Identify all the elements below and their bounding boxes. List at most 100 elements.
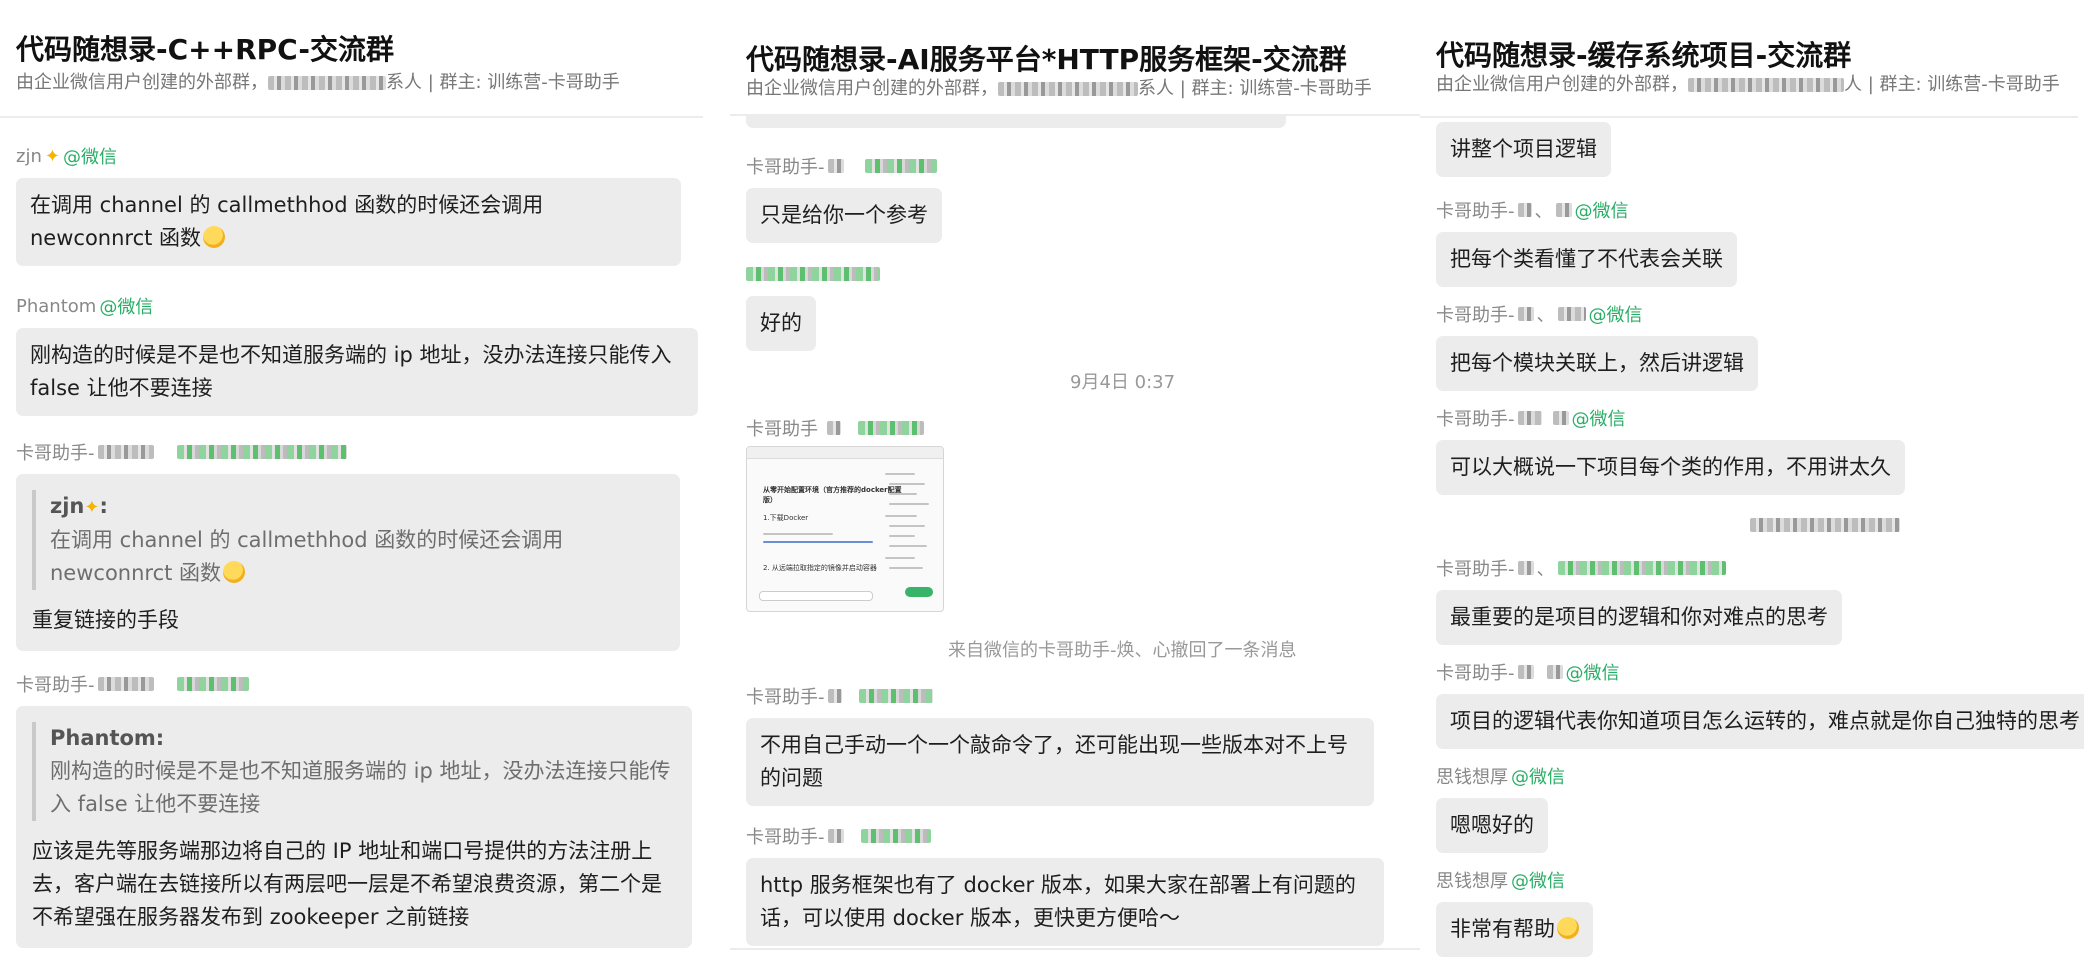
- message-bubble[interactable]: 讲整个项目逻辑: [1436, 122, 1611, 177]
- star-icon: ✦: [84, 497, 100, 518]
- message-text: 重复链接的手段: [32, 608, 179, 632]
- sender-name[interactable]: 卡哥助手-: [16, 672, 692, 696]
- message-text: 应该是先等服务端那边将自己的 IP 地址和端口号提供的方法注册上去，客户端在去链…: [32, 839, 662, 929]
- message-text: 讲整个项目逻辑: [1450, 137, 1597, 161]
- message: 卡哥助手-、 最重要的是项目的逻辑和你对难点的思考: [1436, 556, 1842, 645]
- message: 讲整个项目逻辑: [1436, 112, 1611, 177]
- redacted-sender: [864, 159, 937, 173]
- message-with-quote: 卡哥助手- Phantom: 刚构造的时候是不是也不知道服务端的 ip 地址，没…: [16, 672, 692, 948]
- sender-name[interactable]: 思钱想厚 @微信: [1436, 868, 1593, 892]
- message-bubble[interactable]: 项目的逻辑代表你知道项目怎么运转的，难点就是你自己独特的思考: [1436, 694, 2084, 749]
- chat-panel-cache-system: 代码随想录-缓存系统项目-交流群 由企业微信用户创建的外部群， 人 | 群主: 训…: [1420, 0, 2084, 958]
- message-bubble[interactable]: 不用自己手动一个一个敲命令了，还可能出现一些版本对不上号的问题: [746, 718, 1374, 806]
- quoted-message[interactable]: Phantom: 刚构造的时候是不是也不知道服务端的 ip 地址，没办法连接只能…: [32, 722, 676, 821]
- message: 卡哥助手- @微信 可以大概说一下项目每个类的作用，不用讲太久: [1436, 406, 1905, 495]
- message-bubble[interactable]: 只是给你一个参考: [746, 188, 942, 243]
- message: 卡哥助手-、 @微信 把每个类看懂了不代表会关联: [1436, 198, 1737, 287]
- message-bubble[interactable]: 把每个模块关联上，然后讲逻辑: [1436, 336, 1758, 391]
- message: Phantom @微信 刚构造的时候是不是也不知道服务端的 ip 地址，没办法连接…: [16, 294, 698, 416]
- message-text: 在调用 channel 的 callmethhod 函数的时候还会调用 newc…: [30, 193, 544, 250]
- sender-name[interactable]: 卡哥助手-、: [1436, 556, 1842, 580]
- chat-panel-http-framework: 代码随想录-AI服务平台*HTTP服务框架-交流群 由企业微信用户创建的外部群，…: [730, 0, 1420, 958]
- image-send-pill: [905, 587, 933, 597]
- message: 卡哥助手-、 @微信 把每个模块关联上，然后讲逻辑: [1436, 302, 1758, 391]
- image-input-box: [759, 591, 873, 601]
- message-text: 只是给你一个参考: [760, 203, 928, 227]
- redacted-sender: [176, 677, 249, 691]
- message-bubble[interactable]: 最重要的是项目的逻辑和你对难点的思考: [1436, 590, 1842, 645]
- message-bubble[interactable]: 刚构造的时候是不是也不知道服务端的 ip 地址，没办法连接只能传入 false …: [16, 328, 698, 416]
- subtitle-prefix: 由企业微信用户创建的外部群，: [746, 78, 998, 99]
- message-bubble[interactable]: http 服务框架也有了 docker 版本，如果大家在部署上有问题的话，可以使…: [746, 858, 1384, 946]
- chat-header: 代码随想录-缓存系统项目-交流群 由企业微信用户创建的外部群， 人 | 群主: 训…: [1420, 0, 2078, 118]
- message: 卡哥助手- http 服务框架也有了 docker 版本，如果大家在部署上有问题…: [746, 824, 1384, 946]
- message-bubble[interactable]: 可以大概说一下项目每个类的作用，不用讲太久: [1436, 440, 1905, 495]
- redacted-member-count: [1688, 78, 1844, 92]
- sender-name[interactable]: [746, 262, 880, 286]
- message-text: 不用自己手动一个一个敲命令了，还可能出现一些版本对不上号的问题: [760, 733, 1348, 790]
- chat-header: 代码随想录-C++RPC-交流群 由企业微信用户创建的外部群， 系人 | 群主: …: [0, 0, 703, 118]
- sender-name[interactable]: 卡哥助手-: [746, 154, 942, 178]
- redacted-sender: [858, 689, 933, 703]
- sender-name[interactable]: 卡哥助手- @微信: [1436, 660, 2084, 684]
- message-bubble[interactable]: Phantom: 刚构造的时候是不是也不知道服务端的 ip 地址，没办法连接只能…: [16, 706, 692, 948]
- message: 卡哥助手- 只是给你一个参考: [746, 154, 942, 243]
- subtitle-suffix: 系人 | 群主: 训练营-卡哥助手: [386, 72, 620, 93]
- divider: [730, 948, 1420, 950]
- image-doc-step1: 1.下载Docker: [763, 514, 809, 522]
- image-sidebar: [885, 473, 935, 583]
- message: 卡哥助手- @微信 项目的逻辑代表你知道项目怎么运转的，难点就是你自己独特的思考: [1436, 660, 2084, 749]
- message-bubble[interactable]: 嗯嗯好的: [1436, 798, 1548, 853]
- sender-name[interactable]: 卡哥助手- @微信: [1436, 406, 1905, 430]
- sender-name[interactable]: 思钱想厚 @微信: [1436, 764, 1565, 788]
- sweat-emoji-icon: [203, 226, 226, 248]
- message-text: 刚构造的时候是不是也不知道服务端的 ip 地址，没办法连接只能传入 false …: [30, 343, 672, 400]
- message-text: 可以大概说一下项目每个类的作用，不用讲太久: [1450, 455, 1891, 479]
- quoted-message[interactable]: zjn✦: 在调用 channel 的 callmethhod 函数的时候还会调…: [32, 490, 664, 590]
- message: 卡哥助手- 不用自己手动一个一个敲命令了，还可能出现一些版本对不上号的问题: [746, 684, 1374, 806]
- redacted-sender: [746, 267, 880, 281]
- message-bubble[interactable]: 把每个类看懂了不代表会关联: [1436, 232, 1737, 287]
- screenshot-image-message[interactable]: 从零开始配置环境（官方推荐的docker配置版） 1.下载Docker 2. 从…: [746, 446, 944, 612]
- image-doc-step2: 2. 从远端拉取指定的镜像并启动容器: [763, 564, 877, 572]
- subtitle-prefix: 由企业微信用户创建的外部群，: [16, 72, 268, 93]
- message: 好的: [746, 262, 880, 351]
- sender-name[interactable]: 卡哥助手-、 @微信: [1436, 198, 1737, 222]
- message: 思钱想厚 @微信 嗯嗯好的: [1436, 764, 1565, 853]
- message-text: 最重要的是项目的逻辑和你对难点的思考: [1450, 605, 1828, 629]
- redacted-sender: [176, 445, 347, 459]
- sender-name[interactable]: 卡哥助手-: [746, 824, 1384, 848]
- message-text: 把每个类看懂了不代表会关联: [1450, 247, 1723, 271]
- sender-name[interactable]: 卡哥助手: [746, 416, 924, 440]
- sender-name[interactable]: 卡哥助手-: [16, 440, 680, 464]
- message-bubble[interactable]: 好的: [746, 296, 816, 351]
- sender-name[interactable]: 卡哥助手-、 @微信: [1436, 302, 1758, 326]
- subtitle-suffix: 系人 | 群主: 训练营-卡哥助手: [1138, 78, 1372, 99]
- message-bubble[interactable]: 非常有帮助: [1436, 902, 1593, 957]
- image-doc-heading: 从零开始配置环境（官方推荐的docker配置版）: [763, 486, 902, 504]
- redacted-sender: [1557, 561, 1726, 575]
- sender-name[interactable]: Phantom @微信: [16, 294, 698, 319]
- redacted-member-count: [998, 82, 1138, 96]
- message-bubble[interactable]: 在调用 channel 的 callmethhod 函数的时候还会调用 newc…: [16, 178, 681, 266]
- chat-subtitle: 由企业微信用户创建的外部群， 系人 | 群主: 训练营-卡哥助手: [746, 74, 1372, 100]
- message-with-quote: 卡哥助手- zjn✦: 在调用 channel 的 callmethhod 函数…: [16, 440, 680, 651]
- message-bubble[interactable]: zjn✦: 在调用 channel 的 callmethhod 函数的时候还会调…: [16, 474, 680, 651]
- quote-text: 刚构造的时候是不是也不知道服务端的 ip 地址，没办法连接只能传入 false …: [50, 759, 671, 816]
- sender-name[interactable]: zjn ✦ @微信: [16, 144, 681, 169]
- grin-emoji-icon: [1557, 917, 1579, 939]
- sender-name[interactable]: 卡哥助手-: [746, 684, 1374, 708]
- redacted-sender: [860, 829, 931, 843]
- quote-sender: zjn: [50, 494, 85, 518]
- chat-title[interactable]: 代码随想录-C++RPC-交流群: [16, 28, 394, 68]
- chat-subtitle: 由企业微信用户创建的外部群， 系人 | 群主: 训练营-卡哥助手: [16, 68, 620, 94]
- message-text: 非常有帮助: [1450, 917, 1555, 941]
- redacted-member-count: [268, 76, 386, 90]
- redacted-timestamp: [1750, 514, 1900, 533]
- window-titlebar: [747, 447, 943, 459]
- quote-text: 在调用 channel 的 callmethhod 函数的时候还会调用 newc…: [50, 528, 564, 585]
- quote-sender: Phantom:: [50, 726, 165, 750]
- chat-title[interactable]: 代码随想录-缓存系统项目-交流群: [1436, 34, 1851, 74]
- message: zjn ✦ @微信 在调用 channel 的 callmethhod 函数的时候还…: [16, 144, 681, 266]
- chat-title[interactable]: 代码随想录-AI服务平台*HTTP服务框架-交流群: [746, 38, 1347, 78]
